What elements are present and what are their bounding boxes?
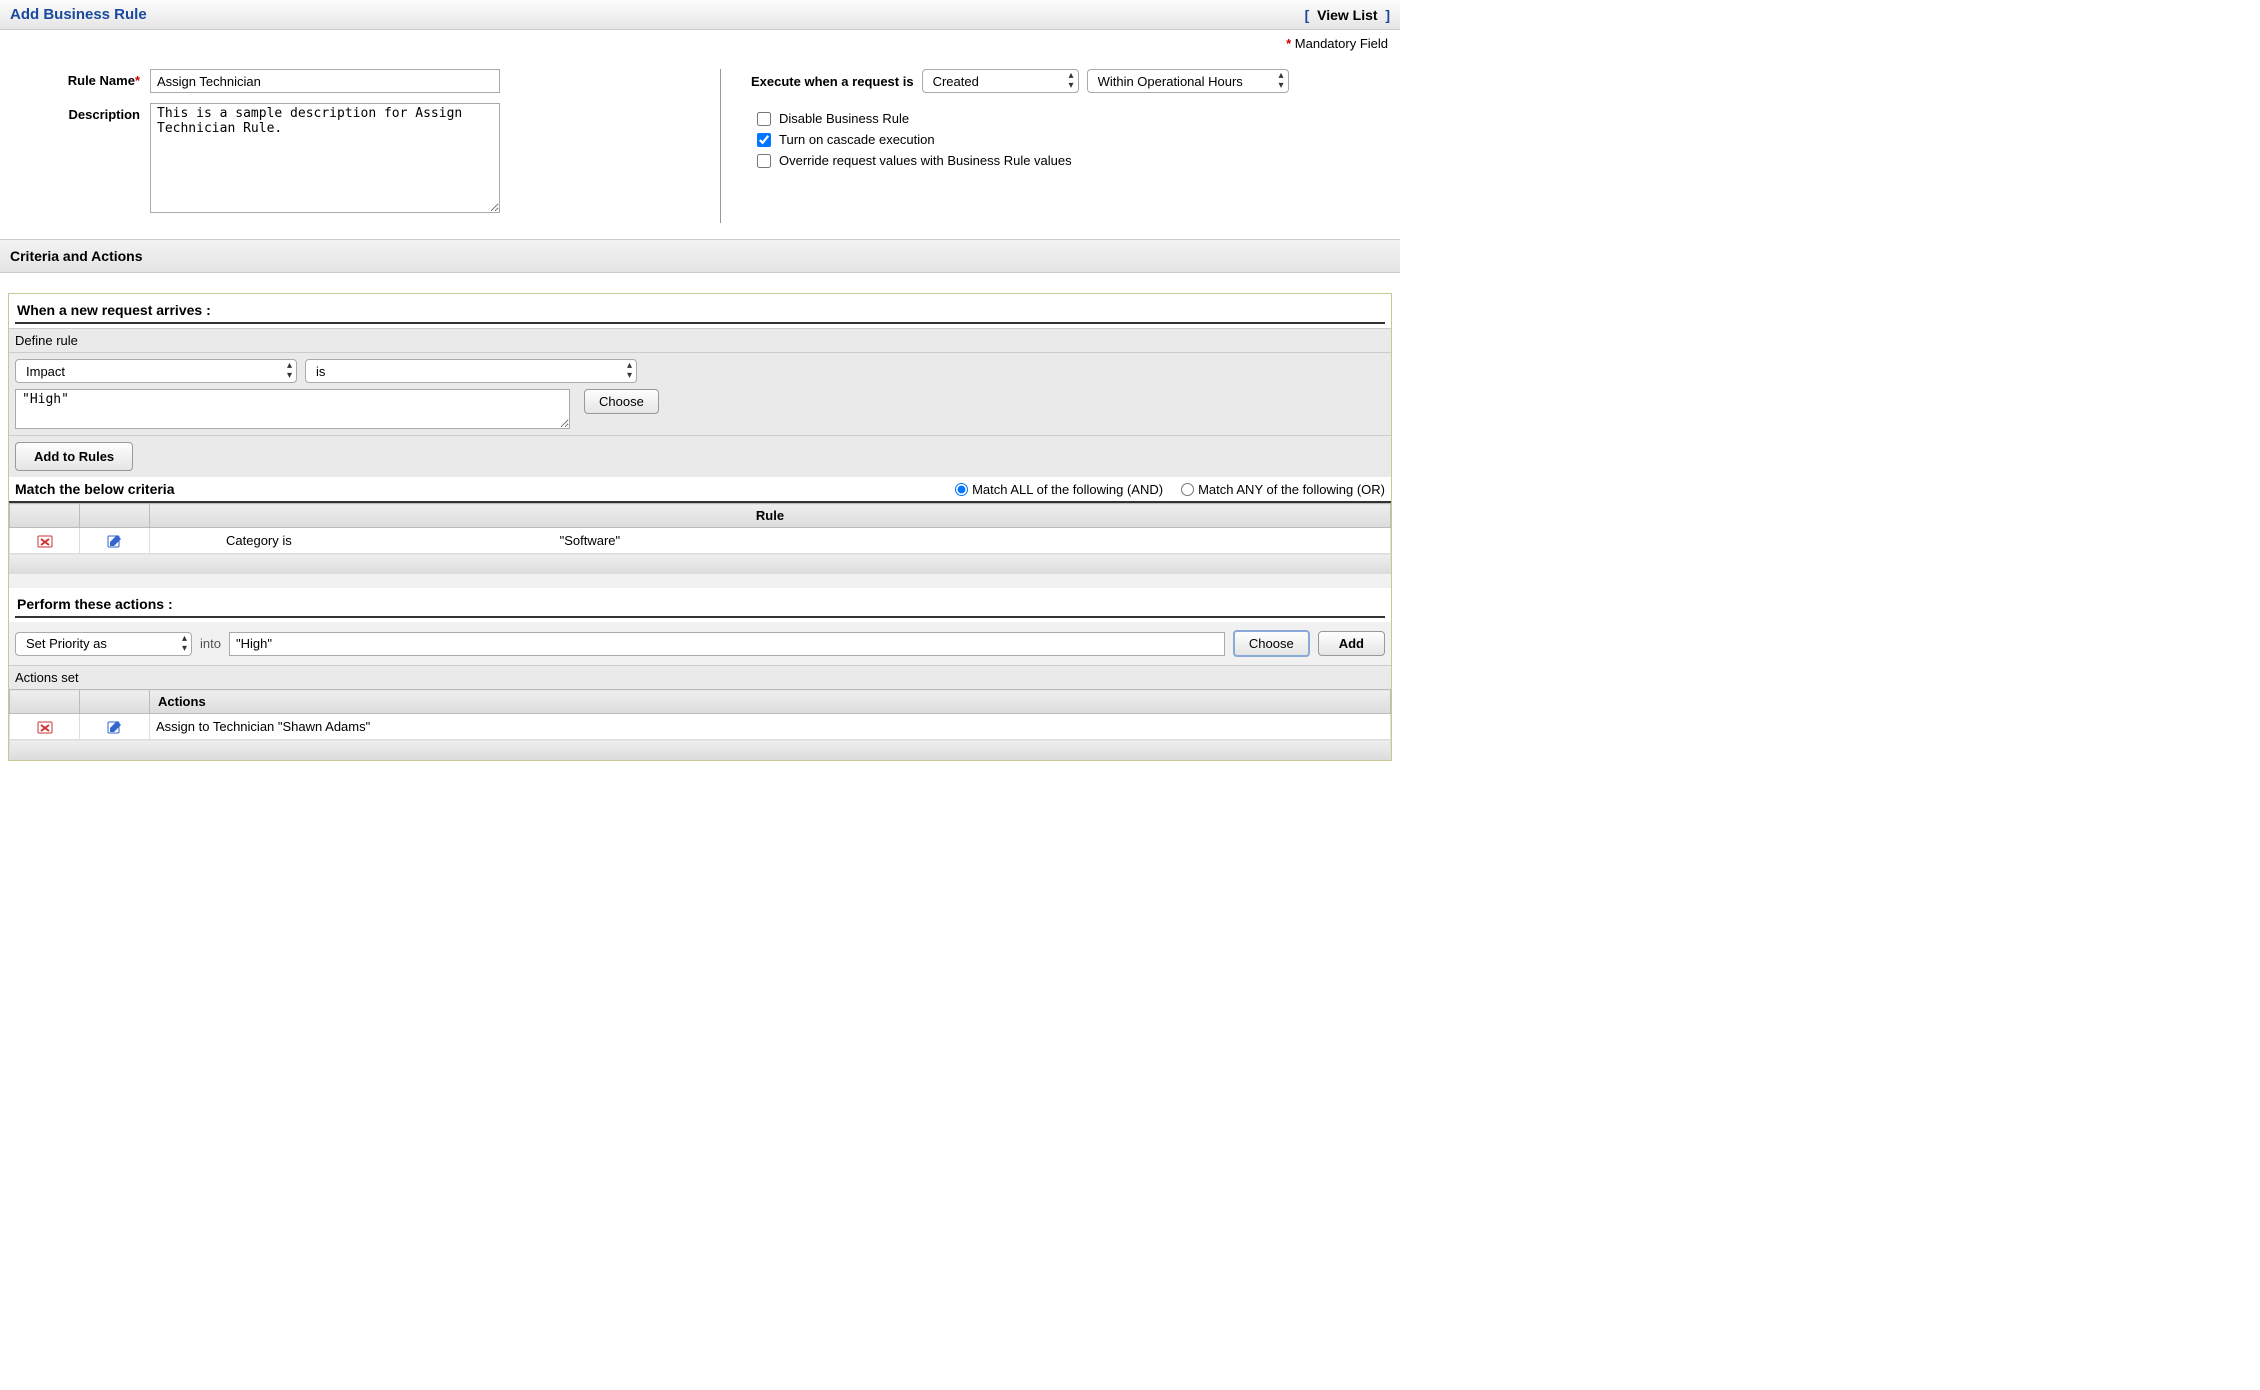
match-any-radio-item: Match ANY of the following (OR)	[1181, 482, 1385, 497]
description-row: Description This is a sample description…	[20, 103, 710, 213]
header-bar: Add Business Rule [ View List ]	[0, 0, 1400, 30]
match-any-radio[interactable]	[1181, 483, 1194, 496]
execute-row: Execute when a request is Created ▴▾ Wit…	[751, 69, 1390, 93]
match-options: Match ALL of the following (AND) Match A…	[955, 482, 1385, 497]
choose-criteria-button[interactable]: Choose	[584, 389, 659, 414]
action-select-wrap: Set Priority as ▴▾	[15, 632, 192, 656]
bracket-left: [	[1305, 7, 1317, 23]
action-value-input[interactable]	[229, 632, 1225, 656]
cascade-checkbox[interactable]	[757, 133, 771, 147]
action-footer-row	[10, 740, 1391, 760]
criteria-field-select-wrap: Impact ▴▾	[15, 359, 297, 383]
add-to-rules-row: Add to Rules	[9, 435, 1391, 477]
execute-label: Execute when a request is	[751, 74, 914, 89]
disable-label[interactable]: Disable Business Rule	[779, 111, 909, 126]
rule-row: Category is "Software"	[10, 528, 1391, 554]
left-column: Rule Name* Description This is a sample …	[20, 69, 710, 223]
trigger-select[interactable]: Created	[923, 70, 1078, 92]
into-label: into	[200, 636, 221, 651]
action-select[interactable]: Set Priority as	[16, 633, 191, 655]
define-selects-row: Impact ▴▾ is ▴▾	[9, 353, 1391, 389]
rule-name-label: Rule Name*	[20, 69, 150, 93]
delete-icon[interactable]	[37, 533, 53, 549]
mandatory-star-icon: *	[1286, 36, 1291, 51]
divider	[15, 616, 1385, 618]
criteria-operator-select[interactable]: is	[306, 360, 636, 382]
description-label: Description	[20, 103, 150, 213]
override-checkbox-row: Override request values with Business Ru…	[757, 153, 1390, 168]
match-criteria-label: Match the below criteria	[15, 481, 174, 497]
mandatory-text: Mandatory Field	[1295, 36, 1388, 51]
override-label[interactable]: Override request values with Business Ru…	[779, 153, 1072, 168]
trigger-select-wrap: Created ▴▾	[922, 69, 1079, 93]
cascade-label[interactable]: Turn on cascade execution	[779, 132, 935, 147]
upper-section: Rule Name* Description This is a sample …	[0, 53, 1400, 239]
actions-table-header-blank1	[10, 690, 80, 714]
edit-icon[interactable]	[107, 719, 123, 735]
match-all-radio[interactable]	[955, 483, 968, 496]
match-all-radio-item: Match ALL of the following (AND)	[955, 482, 1163, 497]
required-star-icon: *	[135, 73, 140, 88]
rule-footer-row	[10, 554, 1391, 574]
cascade-checkbox-row: Turn on cascade execution	[757, 132, 1390, 147]
rules-table: Rule	[9, 503, 1391, 574]
perform-actions-band: Perform these actions :	[9, 588, 1391, 622]
edit-icon[interactable]	[107, 533, 123, 549]
right-column: Execute when a request is Created ▴▾ Wit…	[720, 69, 1390, 223]
criteria-value-textarea[interactable]: "High"	[15, 389, 570, 429]
mandatory-note: * Mandatory Field	[0, 30, 1400, 53]
actions-table: Actions	[9, 689, 1391, 760]
define-value-row: "High" Choose	[9, 389, 1391, 435]
criteria-inner: When a new request arrives : Define rule…	[8, 293, 1392, 761]
match-criteria-row: Match the below criteria Match ALL of th…	[9, 477, 1391, 503]
criteria-field-select[interactable]: Impact	[16, 360, 296, 382]
rule-name-input[interactable]	[150, 69, 500, 93]
actions-define-row: Set Priority as ▴▾ into Choose Add	[9, 622, 1391, 665]
when-arrives-heading: When a new request arrives :	[15, 298, 1385, 322]
rules-table-header-rule: Rule	[150, 504, 1391, 528]
divider	[15, 322, 1385, 324]
actions-table-header-blank2	[80, 690, 150, 714]
view-list-text: View List	[1317, 7, 1377, 23]
match-all-label[interactable]: Match ALL of the following (AND)	[972, 482, 1163, 497]
rule-text-cell: Category is "Software"	[150, 528, 1391, 554]
page-title: Add Business Rule	[10, 6, 147, 23]
rule-field-text: Category is	[156, 533, 556, 548]
when-arrives-band: When a new request arrives :	[9, 294, 1391, 328]
actions-table-header-actions: Actions	[150, 690, 1391, 714]
add-action-button[interactable]: Add	[1318, 631, 1385, 656]
action-text-cell: Assign to Technician "Shawn Adams"	[150, 714, 1391, 740]
rules-table-header-blank1	[10, 504, 80, 528]
choose-action-button[interactable]: Choose	[1233, 630, 1310, 657]
hours-select[interactable]: Within Operational Hours	[1088, 70, 1288, 92]
criteria-operator-select-wrap: is ▴▾	[305, 359, 637, 383]
perform-actions-heading: Perform these actions :	[15, 592, 1385, 616]
view-list-link[interactable]: [ View List ]	[1305, 7, 1390, 23]
match-any-label[interactable]: Match ANY of the following (OR)	[1198, 482, 1385, 497]
delete-icon[interactable]	[37, 719, 53, 735]
delete-action-cell	[10, 714, 80, 740]
description-textarea[interactable]: This is a sample description for Assign …	[150, 103, 500, 213]
edit-rule-cell	[80, 528, 150, 554]
override-checkbox[interactable]	[757, 154, 771, 168]
bracket-right: ]	[1378, 7, 1390, 23]
action-row: Assign to Technician "Shawn Adams"	[10, 714, 1391, 740]
actions-set-label: Actions set	[9, 665, 1391, 689]
disable-checkbox-row: Disable Business Rule	[757, 111, 1390, 126]
define-rule-label: Define rule	[9, 328, 1391, 353]
disable-checkbox[interactable]	[757, 112, 771, 126]
criteria-actions-header: Criteria and Actions	[0, 239, 1400, 273]
edit-action-cell	[80, 714, 150, 740]
rule-name-row: Rule Name*	[20, 69, 710, 93]
delete-rule-cell	[10, 528, 80, 554]
rule-value-text: "Software"	[560, 533, 621, 548]
add-to-rules-button[interactable]: Add to Rules	[15, 442, 133, 471]
hours-select-wrap: Within Operational Hours ▴▾	[1087, 69, 1289, 93]
criteria-container: When a new request arrives : Define rule…	[0, 273, 1400, 769]
rules-table-header-blank2	[80, 504, 150, 528]
